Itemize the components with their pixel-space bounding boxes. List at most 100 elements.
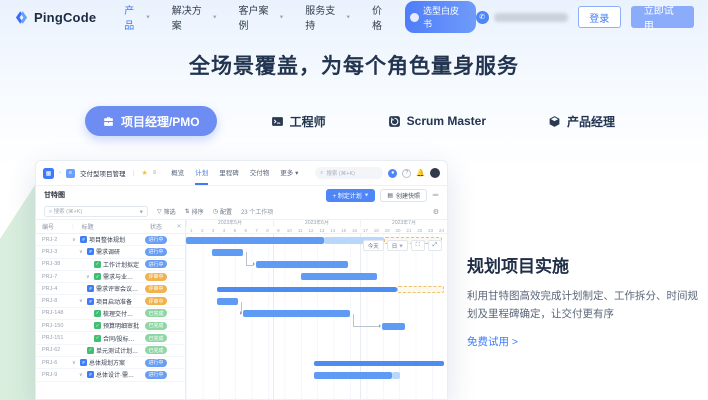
tab-工程师[interactable]: 工程师 <box>263 106 334 136</box>
gantt-bar[interactable] <box>392 372 400 379</box>
gear-icon[interactable]: ⚙ <box>433 208 439 216</box>
phone-number-blurred <box>494 13 568 22</box>
header-id[interactable]: 编号 <box>36 222 70 231</box>
gantt-day-label: 7 <box>251 227 262 234</box>
gantt-bar[interactable] <box>301 273 377 280</box>
fit-view-icon[interactable]: ⛶ <box>411 240 425 251</box>
sort-button[interactable]: ⇅ 排序 <box>185 207 204 216</box>
nav-item-价格[interactable]: 价格 <box>372 2 391 32</box>
twist-icon[interactable]: ∨ <box>79 372 85 378</box>
try-now-button[interactable]: 立即试用 <box>631 6 694 28</box>
gantt-bar[interactable] <box>217 287 397 292</box>
make-plan-button[interactable]: + 制定计划 ▾ <box>326 189 376 202</box>
list-icon[interactable]: ≔ <box>432 191 439 199</box>
table-row[interactable]: PRJ-62✓单元测试计划初步评估已完成 <box>36 345 185 357</box>
login-button[interactable]: 登录 <box>578 6 621 28</box>
status-badge[interactable]: 已完成 <box>145 309 166 317</box>
bell-icon[interactable]: 🔔 <box>416 169 425 177</box>
task-title: 项目启动准备 <box>96 297 132 306</box>
tab-产品经理[interactable]: 产品经理 <box>540 106 623 136</box>
table-row[interactable]: PRJ-150✓预算明细审批已完成 <box>36 320 185 332</box>
collapse-column-icon[interactable]: ✕ <box>173 223 185 230</box>
status-badge[interactable]: 进行中 <box>145 248 166 256</box>
gantt-day-label: 20 <box>393 227 404 234</box>
status-badge[interactable]: 评审中 <box>145 285 166 293</box>
status-badge[interactable]: 已完成 <box>145 346 166 354</box>
help-icon[interactable]: ? <box>402 169 411 178</box>
app-grid-icon[interactable]: ▦ <box>43 168 54 179</box>
status-badge[interactable]: 进行中 <box>145 371 166 379</box>
status-badge[interactable]: 进行中 <box>145 260 166 268</box>
table-row[interactable]: PRJ-8∨#项目启动准备评审中 <box>36 295 185 307</box>
twist-icon[interactable]: ∨ <box>79 249 85 255</box>
gantt-bar[interactable] <box>382 323 405 330</box>
gantt-bar[interactable] <box>217 298 238 305</box>
table-row[interactable]: PRJ-38✓工作计划拟定进行中 <box>36 259 185 271</box>
gantt-days: 123456789101112131415161718192021222324 <box>186 227 447 234</box>
status-badge[interactable]: 进行中 <box>145 359 166 367</box>
table-row[interactable]: PRJ-151✓合同/投标文件归档已完成 <box>36 332 185 344</box>
whitepaper-badge[interactable]: 选型白皮书 <box>405 1 476 33</box>
project-tab-更多[interactable]: 更多 ▾ <box>280 161 298 185</box>
table-row[interactable]: PRJ-3∨#需求调研进行中 <box>36 246 185 258</box>
nav-item-客户案例[interactable]: 客户案例▾ <box>239 2 284 32</box>
status-badge[interactable]: 已完成 <box>145 334 166 342</box>
task-done-icon: ✓ <box>94 261 101 268</box>
favorite-star-icon[interactable]: ★ <box>142 169 148 177</box>
config-button[interactable]: ◷ 配置 <box>213 207 232 216</box>
twist-icon[interactable]: ∨ <box>72 360 78 366</box>
free-trial-link[interactable]: 免费试用 > <box>467 334 518 349</box>
nav-item-解决方案[interactable]: 解决方案▾ <box>172 2 217 32</box>
table-row[interactable]: PRJ-148✓梳理交付物和时间节点已完成 <box>36 308 185 320</box>
twist-icon[interactable]: ∨ <box>72 237 78 243</box>
logo-icon <box>14 10 29 25</box>
table-row[interactable]: PRJ-2∨#项目整体规划进行中 <box>36 234 185 246</box>
task-title-cell: #需求评审会议记录 <box>70 284 139 293</box>
menu-icon[interactable]: ≡ <box>153 170 157 176</box>
status-badge[interactable]: 评审中 <box>145 273 166 281</box>
header-title[interactable]: ⋮ 标题 <box>70 222 139 231</box>
header-status[interactable]: 状态 <box>139 222 173 231</box>
gantt-bar[interactable] <box>397 286 444 293</box>
create-snapshot-button[interactable]: ▤ 创建快照 <box>380 189 427 202</box>
twist-icon[interactable]: ∨ <box>86 274 92 280</box>
pingcode-logo[interactable]: PingCode <box>14 10 96 25</box>
nav-item-产品[interactable]: 产品▾ <box>124 2 150 32</box>
gantt-bar[interactable] <box>256 261 347 268</box>
gantt-bar[interactable] <box>314 372 392 379</box>
whitepaper-icon <box>410 13 419 22</box>
task-search-input[interactable]: ⌕ 搜索 (⌘+K) ▾ <box>44 206 148 217</box>
tab-Scrum Master[interactable]: Scrum Master <box>380 106 494 136</box>
today-button[interactable]: 今天 <box>363 240 384 251</box>
table-row[interactable]: PRJ-7∨✓需求与业务流程确认…评审中 <box>36 271 185 283</box>
project-tab-计划[interactable]: 计划 <box>195 161 208 185</box>
gantt-pane: 2023年5月2023年6月2023年7月 123456789101112131… <box>186 220 447 400</box>
gantt-day-label: 21 <box>404 227 415 234</box>
tab-项目经理/PMO[interactable]: 项目经理/PMO <box>85 106 217 136</box>
table-row[interactable]: PRJ-6∨#总体规划方案进行中 <box>36 357 185 369</box>
status-badge[interactable]: 已完成 <box>145 322 166 330</box>
nav-item-label: 产品 <box>124 2 143 32</box>
project-tab-概览[interactable]: 概览 <box>171 161 184 185</box>
terminal-icon <box>271 115 284 128</box>
gantt-bar[interactable] <box>186 237 324 244</box>
table-row[interactable]: PRJ-4#需求评审会议记录评审中 <box>36 283 185 295</box>
zoom-select[interactable]: 日 ▾ <box>387 240 408 251</box>
project-tab-里程碑[interactable]: 里程碑 <box>219 161 239 185</box>
more-dots-icon[interactable]: ⋮ <box>131 170 137 177</box>
status-badge[interactable]: 评审中 <box>145 297 166 305</box>
nav-item-label: 价格 <box>372 2 391 32</box>
filter-button[interactable]: ▽ 筛选 <box>157 207 176 216</box>
nav-item-服务支持[interactable]: 服务支持▾ <box>305 2 350 32</box>
gantt-bar[interactable] <box>243 310 350 317</box>
twist-icon[interactable]: ∨ <box>79 298 85 304</box>
gantt-bar[interactable] <box>212 249 243 256</box>
global-search-input[interactable]: ⌕ 搜索 (⌘+K) <box>315 167 383 179</box>
assistant-icon[interactable]: ● <box>388 169 397 178</box>
gantt-bar[interactable] <box>314 361 445 366</box>
status-badge[interactable]: 进行中 <box>145 236 166 244</box>
project-tab-交付物[interactable]: 交付物 <box>250 161 270 185</box>
user-avatar[interactable] <box>430 168 440 178</box>
table-row[interactable]: PRJ-9∨#总体设计·需求方案（1…进行中 <box>36 369 185 381</box>
fullscreen-icon[interactable]: ⤢ <box>428 240 442 251</box>
